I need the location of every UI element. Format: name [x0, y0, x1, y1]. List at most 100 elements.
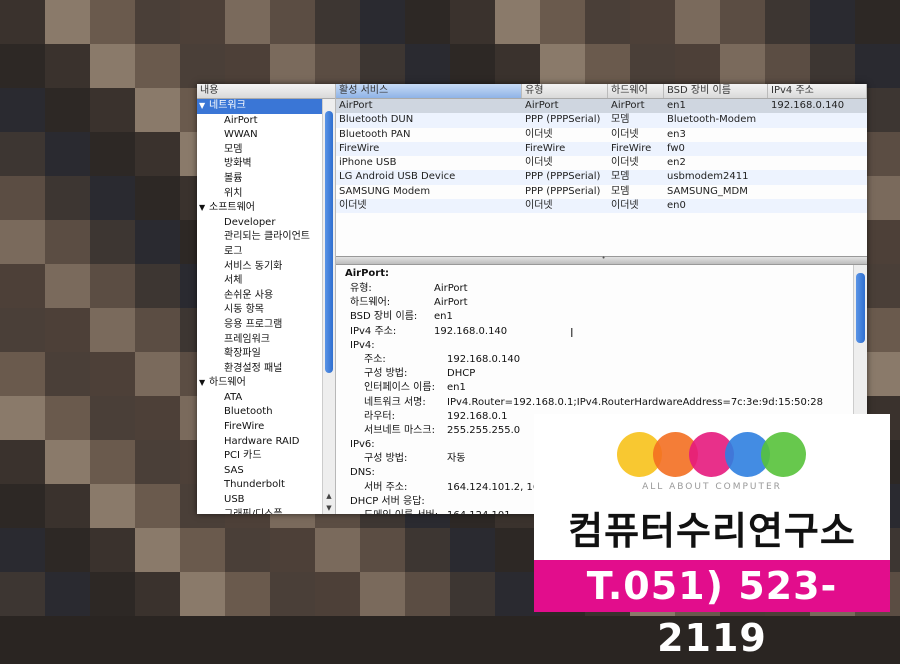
detail-value: 자동 — [447, 453, 466, 465]
sidebar-item[interactable]: 위치 — [197, 187, 335, 202]
sidebar-item-label: 방화벽 — [224, 158, 252, 170]
detail-line: 네트워크 서명: IPv4.Router=192.168.0.1;IPv4.Rou… — [345, 396, 853, 410]
column-header[interactable]: IPv4 주소 — [768, 84, 867, 98]
detail-key: 주소: — [364, 353, 386, 365]
sidebar-item[interactable]: 확장파일 — [197, 347, 335, 362]
table-row[interactable]: 이더넷 이더넷 이더넷 en0 — [336, 199, 867, 214]
sidebar-item[interactable]: Thunderbolt — [197, 478, 335, 493]
table-cell: 이더넷 — [525, 200, 553, 212]
sidebar-category[interactable]: ▼ 네트워크 — [197, 99, 335, 114]
sidebar-item-label: Developer — [224, 216, 276, 228]
sidebar-item-label: WWAN — [224, 129, 258, 141]
detail-key: 구성 방법: — [364, 368, 408, 380]
table-cell: 이더넷 — [611, 200, 639, 212]
table-row[interactable]: LG Android USB Device PPP (PPPSerial) 모뎀 us… — [336, 170, 867, 185]
pane-splitter[interactable]: • — [336, 254, 867, 265]
sidebar-item[interactable]: Developer — [197, 216, 335, 231]
table-cell — [768, 142, 867, 156]
sidebar-item[interactable]: 로그 — [197, 245, 335, 260]
table-cell: 모뎀 — [611, 185, 630, 197]
sidebar-item-label: 로그 — [224, 245, 243, 257]
scroll-up-arrow-icon[interactable]: ▲ — [323, 492, 335, 500]
sidebar-item[interactable]: ATA — [197, 391, 335, 406]
detail-value: 192.168.0.1 — [447, 410, 508, 422]
sidebar-item[interactable]: 관리되는 클라이언트 — [197, 230, 335, 245]
sidebar-item-label: AirPort — [224, 114, 258, 126]
detail-title: AirPort: — [345, 268, 390, 279]
sidebar-item[interactable]: Bluetooth — [197, 405, 335, 420]
table-cell: LG Android USB Device — [339, 171, 456, 183]
splitter-grip-icon: • — [601, 254, 606, 262]
detail-value: IPv4.Router=192.168.0.1;IPv4.RouterHardw… — [447, 396, 823, 408]
ad-brand: 컴퓨터수리연구소 — [568, 509, 856, 553]
detail-line: 구성 방법: DHCP — [345, 367, 853, 381]
detail-key: 서버 주소: — [364, 481, 408, 493]
scroll-down-arrow-icon[interactable]: ▼ — [323, 504, 335, 512]
detail-key: 도메인 이름 서버: — [345, 509, 447, 514]
detail-key: IPv4 주소: — [350, 325, 397, 337]
sidebar-item-label: 볼륨 — [224, 172, 243, 184]
table-row[interactable]: AirPort AirPort AirPort en1 192.168.0.140 — [336, 99, 867, 114]
table-row[interactable]: iPhone USB 이더넷 이더넷 en2 — [336, 156, 867, 170]
detail-line: 하드웨어: AirPort — [345, 296, 853, 310]
table-cell: iPhone USB — [339, 157, 397, 169]
table-cell: FireWire — [525, 142, 566, 154]
detail-key: 하드웨어: — [350, 297, 391, 309]
detail-value: 164.124.101 — [447, 509, 511, 514]
detail-key: 인터페이스 이름: — [364, 382, 435, 394]
detail-value: en1 — [434, 311, 453, 323]
sidebar-item[interactable]: 서체 — [197, 274, 335, 289]
ad-tagline: ALL ABOUT COMPUTER — [642, 482, 782, 492]
table-cell: fw0 — [667, 142, 685, 154]
table-cell: 192.168.0.140 — [771, 100, 845, 111]
sidebar-item[interactable]: FireWire — [197, 420, 335, 435]
services-table: AirPort AirPort AirPort en1 192.168.0.140 Blu… — [336, 99, 867, 214]
sidebar-item[interactable]: 손쉬운 사용 — [197, 289, 335, 304]
column-header[interactable]: 유형 — [522, 84, 608, 98]
sidebar-item[interactable]: 환경설정 패널 — [197, 362, 335, 377]
sidebar-item-label: 확장파일 — [224, 348, 261, 360]
sidebar-item-label: 응용 프로그램 — [224, 318, 283, 330]
table-cell: 이더넷 — [525, 157, 553, 169]
logo-circle — [761, 432, 806, 477]
sidebar-item[interactable]: 방화벽 — [197, 157, 335, 172]
sidebar-item[interactable]: 볼륨 — [197, 172, 335, 187]
table-row[interactable]: Bluetooth DUN PPP (PPPSerial) 모뎀 Bluetooth-… — [336, 113, 867, 128]
table-cell: SAMSUNG_MDM — [667, 185, 748, 197]
sidebar-category[interactable]: ▼ 소프트웨어 — [197, 201, 335, 216]
sidebar-scrollbar[interactable]: ▲ ▼ — [322, 99, 335, 514]
sidebar-scroll-thumb[interactable] — [325, 111, 333, 373]
table-cell: Bluetooth PAN — [339, 128, 411, 140]
sidebar-item[interactable]: 서비스 동기화 — [197, 260, 335, 275]
sidebar-item[interactable]: 응용 프로그램 — [197, 318, 335, 333]
table-row[interactable]: SAMSUNG Modem PPP (PPPSerial) 모뎀 SAMSUNG_MD… — [336, 185, 867, 199]
sidebar-item[interactable]: 프레임워크 — [197, 333, 335, 348]
detail-scroll-thumb[interactable] — [856, 273, 865, 343]
column-header[interactable]: 활성 서비스 — [336, 84, 522, 98]
disclosure-triangle-icon[interactable]: ▼ — [199, 99, 209, 114]
column-header[interactable]: BSD 장비 이름 — [664, 84, 768, 98]
detail-key: 유형: — [350, 283, 372, 294]
sidebar-item[interactable]: 모뎀 — [197, 143, 335, 158]
sidebar-item[interactable]: USB — [197, 493, 335, 508]
table-cell: usbmodem2411 — [667, 171, 749, 183]
sidebar-item[interactable]: AirPort — [197, 114, 335, 129]
sidebar-item[interactable]: WWAN — [197, 128, 335, 143]
sidebar-item-label: Bluetooth — [224, 406, 273, 418]
table-row[interactable]: Bluetooth PAN 이더넷 이더넷 en3 — [336, 128, 867, 142]
column-header[interactable]: 하드웨어 — [608, 84, 664, 98]
sidebar-item[interactable]: PCI 카드 — [197, 449, 335, 464]
sidebar-item[interactable]: SAS — [197, 464, 335, 479]
sidebar-category[interactable]: ▼ 하드웨어 — [197, 376, 335, 391]
table-row[interactable]: FireWire FireWire FireWire fw0 — [336, 141, 867, 157]
sidebar-item-label: 서체 — [224, 275, 243, 287]
disclosure-triangle-icon[interactable]: ▼ — [199, 201, 209, 216]
sidebar-item-label: 프레임워크 — [224, 333, 270, 345]
sidebar-item[interactable]: Hardware RAID — [197, 435, 335, 450]
detail-key: 라우터: — [364, 410, 395, 422]
disclosure-triangle-icon[interactable]: ▼ — [199, 376, 209, 391]
sidebar-item[interactable]: 그래픽/디스플 — [197, 508, 335, 514]
sidebar-item[interactable]: 시동 항목 — [197, 303, 335, 318]
sidebar-item-label: 모뎀 — [224, 143, 243, 155]
sidebar-item-label: ATA — [224, 391, 243, 403]
